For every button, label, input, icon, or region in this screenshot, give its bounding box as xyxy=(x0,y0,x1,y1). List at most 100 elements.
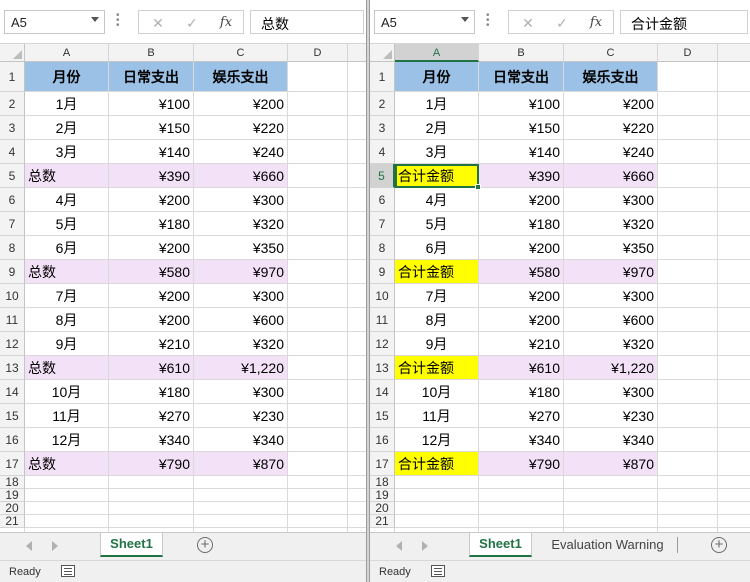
total-row-cell[interactable]: 合计金额 xyxy=(395,356,479,380)
row-header-2[interactable]: 2 xyxy=(370,92,395,116)
data-cell[interactable]: 3月 xyxy=(25,140,109,164)
data-cell[interactable]: ¥340 xyxy=(109,428,194,452)
sheet-tab-evaluation-warning[interactable]: Evaluation Warning xyxy=(540,533,675,557)
cancel-icon[interactable]: ✕ xyxy=(145,13,171,33)
data-cell[interactable]: ¥320 xyxy=(194,332,288,356)
row-header-5[interactable]: 5 xyxy=(0,164,25,188)
data-cell[interactable]: ¥320 xyxy=(564,212,658,236)
column-header-e[interactable] xyxy=(718,44,750,62)
row-header-9[interactable]: 9 xyxy=(0,260,25,284)
worksheet-grid[interactable]: A B C D 1 2 3 4 5 6 7 8 9 10 11 12 13 14 15 16 17 18 19 20 21 月份日… xyxy=(0,44,366,532)
row-header-15[interactable]: 15 xyxy=(0,404,25,428)
data-cell[interactable]: 10月 xyxy=(25,380,109,404)
data-cell[interactable]: 12月 xyxy=(25,428,109,452)
column-header-c[interactable]: C xyxy=(564,44,658,62)
worksheet-grid[interactable]: A B C D 1 2 3 4 5 6 7 8 9 10 11 12 13 14 15 16 17 18 19 20 21 月份日… xyxy=(370,44,750,532)
data-cell[interactable]: 1月 xyxy=(25,92,109,116)
formula-input[interactable]: 总数 xyxy=(250,10,364,34)
header-cell[interactable]: 娱乐支出 xyxy=(564,62,658,92)
row-header-10[interactable]: 10 xyxy=(370,284,395,308)
add-sheet-icon[interactable]: + xyxy=(197,537,213,553)
name-box[interactable]: A5 xyxy=(4,10,105,34)
data-cell[interactable]: 9月 xyxy=(25,332,109,356)
data-cell[interactable]: ¥270 xyxy=(479,404,564,428)
data-cell[interactable]: 5月 xyxy=(395,212,479,236)
macro-record-icon[interactable] xyxy=(431,565,445,577)
row-header-14[interactable]: 14 xyxy=(0,380,25,404)
data-cell[interactable]: ¥300 xyxy=(564,380,658,404)
data-cell[interactable]: 7月 xyxy=(25,284,109,308)
total-row-cell[interactable]: ¥610 xyxy=(479,356,564,380)
data-cell[interactable]: 4月 xyxy=(395,188,479,212)
data-cell[interactable]: ¥150 xyxy=(109,116,194,140)
total-row-cell[interactable]: 总数 xyxy=(25,260,109,284)
data-cell[interactable]: ¥220 xyxy=(194,116,288,140)
cancel-icon[interactable]: ✕ xyxy=(515,13,541,33)
data-cell[interactable]: ¥600 xyxy=(194,308,288,332)
total-row-cell[interactable]: ¥970 xyxy=(564,260,658,284)
scroll-left-icon[interactable] xyxy=(396,541,402,551)
data-cell[interactable]: ¥200 xyxy=(479,284,564,308)
name-box[interactable]: A5 xyxy=(374,10,475,34)
row-header-21[interactable]: 21 xyxy=(370,515,395,528)
data-cell[interactable]: 9月 xyxy=(395,332,479,356)
total-row-cell[interactable]: ¥870 xyxy=(564,452,658,476)
check-icon[interactable]: ✓ xyxy=(549,13,575,33)
row-header-4[interactable]: 4 xyxy=(0,140,25,164)
data-cell[interactable]: 11月 xyxy=(395,404,479,428)
row-header-10[interactable]: 10 xyxy=(0,284,25,308)
data-cell[interactable]: 7月 xyxy=(395,284,479,308)
scroll-right-icon[interactable] xyxy=(52,541,58,551)
data-cell[interactable]: 4月 xyxy=(25,188,109,212)
data-cell[interactable]: 3月 xyxy=(395,140,479,164)
header-cell[interactable]: 日常支出 xyxy=(479,62,564,92)
header-cell[interactable]: 月份 xyxy=(395,62,479,92)
select-all-corner[interactable] xyxy=(370,44,395,62)
total-row-cell[interactable]: ¥390 xyxy=(479,164,564,188)
data-cell[interactable]: ¥100 xyxy=(479,92,564,116)
scroll-right-icon[interactable] xyxy=(422,541,428,551)
row-header-1[interactable]: 1 xyxy=(0,62,25,92)
header-cell[interactable]: 日常支出 xyxy=(109,62,194,92)
column-header-c[interactable]: C xyxy=(194,44,288,62)
total-row-cell[interactable]: 总数 xyxy=(25,164,109,188)
add-sheet-icon[interactable]: + xyxy=(711,537,727,553)
data-cell[interactable]: ¥180 xyxy=(479,212,564,236)
data-cell[interactable]: ¥200 xyxy=(109,236,194,260)
row-header-7[interactable]: 7 xyxy=(370,212,395,236)
data-cell[interactable]: 10月 xyxy=(395,380,479,404)
sheet-tab-sheet1[interactable]: Sheet1 xyxy=(469,533,532,557)
row-header-13[interactable]: 13 xyxy=(0,356,25,380)
row-header-12[interactable]: 12 xyxy=(0,332,25,356)
row-header-17[interactable]: 17 xyxy=(0,452,25,476)
total-row-cell[interactable]: ¥660 xyxy=(564,164,658,188)
data-cell[interactable]: 6月 xyxy=(25,236,109,260)
insert-function-icon[interactable]: fx xyxy=(583,13,609,33)
data-cell[interactable]: ¥340 xyxy=(479,428,564,452)
data-cell[interactable]: ¥340 xyxy=(194,428,288,452)
header-cell[interactable]: 月份 xyxy=(25,62,109,92)
data-cell[interactable]: ¥300 xyxy=(564,188,658,212)
data-cell[interactable]: 2月 xyxy=(25,116,109,140)
total-row-cell[interactable]: ¥970 xyxy=(194,260,288,284)
data-cell[interactable]: ¥320 xyxy=(564,332,658,356)
chevron-down-icon[interactable] xyxy=(461,17,469,22)
data-cell[interactable]: 1月 xyxy=(395,92,479,116)
total-row-cell[interactable]: ¥580 xyxy=(479,260,564,284)
row-header-4[interactable]: 4 xyxy=(370,140,395,164)
data-cell[interactable]: 2月 xyxy=(395,116,479,140)
total-row-cell[interactable]: ¥790 xyxy=(109,452,194,476)
column-header-e[interactable] xyxy=(348,44,366,62)
data-cell[interactable]: ¥270 xyxy=(109,404,194,428)
active-cell[interactable]: 合计金额 xyxy=(395,164,479,188)
row-header-3[interactable]: 3 xyxy=(0,116,25,140)
data-cell[interactable]: ¥180 xyxy=(109,212,194,236)
total-row-cell[interactable]: 总数 xyxy=(25,356,109,380)
data-cell[interactable]: ¥230 xyxy=(564,404,658,428)
total-row-cell[interactable]: ¥790 xyxy=(479,452,564,476)
column-header-a[interactable]: A xyxy=(25,44,109,62)
column-header-b[interactable]: B xyxy=(109,44,194,62)
data-cell[interactable]: ¥350 xyxy=(194,236,288,260)
data-cell[interactable]: ¥200 xyxy=(194,92,288,116)
data-cell[interactable]: ¥340 xyxy=(564,428,658,452)
